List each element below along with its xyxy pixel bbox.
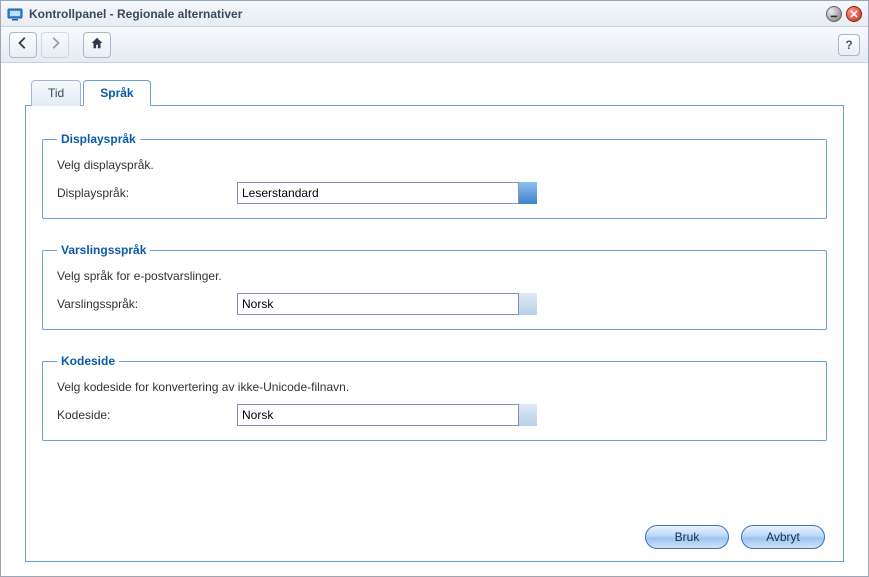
- tab-label: Tid: [48, 86, 64, 100]
- tab-label: Språk: [100, 86, 133, 100]
- group-display-language: Displayspråk Velg displayspråk. Displays…: [42, 132, 827, 219]
- field-row: Varslingsspråk: Norsk: [57, 293, 812, 315]
- cancel-button[interactable]: Avbryt: [741, 525, 825, 549]
- close-button[interactable]: [846, 6, 862, 22]
- display-language-select[interactable]: Leserstandard: [237, 182, 537, 204]
- content-area: Tid Språk Displayspråk Velg displayspråk…: [1, 63, 868, 576]
- help-icon: ?: [845, 38, 852, 52]
- apply-button[interactable]: Bruk: [645, 525, 729, 549]
- toolbar: ?: [1, 27, 868, 63]
- group-legend: Displayspråk: [57, 132, 140, 146]
- group-description: Velg språk for e-postvarslinger.: [57, 269, 812, 283]
- back-button[interactable]: [9, 32, 37, 58]
- group-description: Velg kodeside for konvertering av ikke-U…: [57, 380, 812, 394]
- home-icon: [90, 36, 104, 53]
- tab-language[interactable]: Språk: [83, 80, 150, 106]
- codepage-select-wrap: Norsk: [237, 404, 537, 426]
- help-button[interactable]: ?: [838, 34, 860, 56]
- group-notification-language: Varslingsspråk Velg språk for e-postvars…: [42, 243, 827, 330]
- window-title: Kontrollpanel - Regionale alternativer: [29, 7, 822, 21]
- tab-time[interactable]: Tid: [31, 80, 81, 106]
- minimize-button[interactable]: [826, 6, 842, 22]
- notification-language-select-wrap: Norsk: [237, 293, 537, 315]
- arrow-left-icon: [16, 36, 30, 53]
- arrow-right-icon: [48, 36, 62, 53]
- tab-panel-language: Displayspråk Velg displayspråk. Displays…: [25, 105, 844, 562]
- field-label: Displayspråk:: [57, 186, 237, 200]
- tabstrip: Tid Språk: [31, 79, 844, 105]
- group-codepage: Kodeside Velg kodeside for konvertering …: [42, 354, 827, 441]
- group-legend: Varslingsspråk: [57, 243, 150, 257]
- field-row: Displayspråk: Leserstandard: [57, 182, 812, 204]
- home-button[interactable]: [83, 32, 111, 58]
- display-language-select-wrap: Leserstandard: [237, 182, 537, 204]
- app-icon: [7, 6, 23, 22]
- group-legend: Kodeside: [57, 354, 119, 368]
- field-label: Varslingsspråk:: [57, 297, 237, 311]
- field-row: Kodeside: Norsk: [57, 404, 812, 426]
- button-row: Bruk Avbryt: [42, 517, 827, 553]
- titlebar: Kontrollpanel - Regionale alternativer: [1, 1, 868, 27]
- group-description: Velg displayspråk.: [57, 158, 812, 172]
- forward-button[interactable]: [41, 32, 69, 58]
- window: Kontrollpanel - Regionale alternativer: [0, 0, 869, 577]
- field-label: Kodeside:: [57, 408, 237, 422]
- notification-language-select[interactable]: Norsk: [237, 293, 537, 315]
- codepage-select[interactable]: Norsk: [237, 404, 537, 426]
